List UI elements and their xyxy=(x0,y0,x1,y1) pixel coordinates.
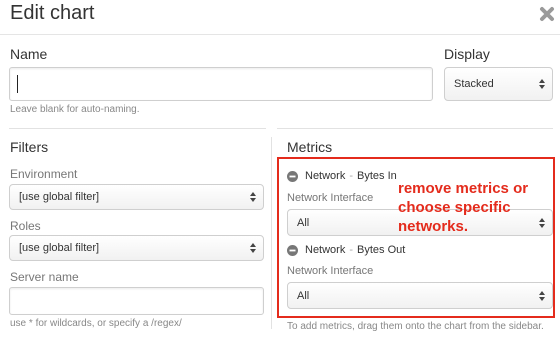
display-label: Display xyxy=(444,46,490,62)
name-hint: Leave blank for auto-naming. xyxy=(10,104,140,115)
annotation-text: remove metrics or choose specific networ… xyxy=(398,180,529,235)
display-select-value: Stacked xyxy=(454,78,494,90)
column-divider xyxy=(271,137,272,329)
title-divider xyxy=(0,34,560,35)
roles-select[interactable]: [use global filter] xyxy=(9,235,264,261)
environment-select-value: [use global filter] xyxy=(19,191,100,203)
name-input[interactable] xyxy=(9,67,433,101)
environment-label: Environment xyxy=(10,167,78,181)
dialog-title: Edit chart xyxy=(10,2,95,24)
select-arrows-icon xyxy=(250,192,256,202)
filters-divider xyxy=(9,128,266,129)
roles-label: Roles xyxy=(10,219,41,233)
server-name-label: Server name xyxy=(10,270,79,284)
metrics-footer-hint: To add metrics, drag them onto the chart… xyxy=(287,321,544,332)
close-icon[interactable] xyxy=(537,4,557,24)
select-arrows-icon xyxy=(250,243,256,253)
environment-select[interactable]: [use global filter] xyxy=(9,184,264,210)
name-label: Name xyxy=(10,46,48,62)
metrics-divider xyxy=(277,128,553,129)
server-name-hint: use * for wildcards, or specify a /regex… xyxy=(10,318,182,329)
select-arrows-icon xyxy=(539,79,545,89)
filters-label: Filters xyxy=(10,139,49,155)
roles-select-value: [use global filter] xyxy=(19,242,100,254)
metrics-label: Metrics xyxy=(287,139,333,155)
display-select[interactable]: Stacked xyxy=(444,67,553,101)
text-caret xyxy=(17,75,18,93)
server-name-input[interactable] xyxy=(9,287,264,315)
